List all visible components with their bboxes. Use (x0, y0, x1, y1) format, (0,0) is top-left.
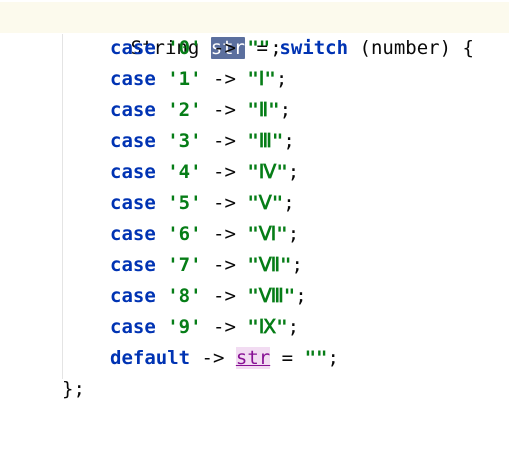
case-label: '7' (167, 254, 202, 276)
arrow-operator: -> (213, 316, 236, 338)
case-value: "Ⅴ" (247, 192, 284, 214)
case-value: "Ⅶ" (247, 254, 292, 276)
case-value: "Ⅷ" (247, 285, 296, 307)
default-value: "" (304, 347, 328, 369)
code-line-case[interactable]: case '3' -> "Ⅲ"; (0, 126, 509, 157)
code-line-case[interactable]: case '5' -> "Ⅴ"; (0, 188, 509, 219)
keyword-case: case (110, 130, 156, 152)
case-label: '3' (167, 130, 202, 152)
case-value: "Ⅸ" (247, 316, 288, 338)
arrow-operator: -> (213, 223, 236, 245)
code-line-case[interactable]: case '9' -> "Ⅸ"; (0, 312, 509, 343)
code-line-default[interactable]: default -> str = ""; (0, 343, 509, 374)
arrow-operator: -> (213, 192, 236, 214)
semicolon: ; (279, 99, 292, 121)
code-line-closing[interactable]: }; (0, 374, 509, 405)
case-label: '8' (167, 285, 202, 307)
case-label: '0' (167, 37, 202, 59)
case-label: '4' (167, 161, 202, 183)
case-label: '5' (167, 192, 202, 214)
semicolon: ; (283, 192, 295, 214)
semicolon: ; (327, 347, 339, 369)
semicolon: ; (287, 161, 300, 183)
arrow-operator: -> (213, 99, 236, 121)
keyword-case: case (110, 161, 156, 183)
code-editor[interactable]: String str = switch (number) { case '0' … (0, 0, 509, 415)
code-line-case[interactable]: case '8' -> "Ⅷ"; (0, 281, 509, 312)
code-line-case[interactable]: case '6' -> "Ⅵ"; (0, 219, 509, 250)
var-str-usage[interactable]: str (235, 347, 271, 369)
keyword-case: case (110, 223, 156, 245)
case-value: "Ⅵ" (247, 223, 288, 245)
arrow-operator: -> (213, 285, 236, 307)
keyword-default: default (110, 347, 191, 369)
case-value: "Ⅳ" (247, 161, 288, 183)
keyword-case: case (110, 254, 156, 276)
arrow-operator: -> (201, 347, 225, 369)
arrow-operator: -> (213, 68, 236, 90)
semicolon: ; (287, 316, 300, 338)
case-value: "Ⅲ" (247, 130, 284, 152)
arrow-operator: -> (213, 254, 236, 276)
keyword-case: case (110, 99, 156, 121)
case-value: "" (247, 37, 271, 59)
keyword-case: case (110, 37, 156, 59)
closing-brace: }; (62, 378, 85, 400)
code-line-case[interactable]: case '4' -> "Ⅳ"; (0, 157, 509, 188)
code-line-case[interactable]: case '7' -> "Ⅶ"; (0, 250, 509, 281)
case-label: '1' (167, 68, 202, 90)
keyword-case: case (110, 68, 156, 90)
semicolon: ; (270, 37, 282, 59)
case-value: "Ⅱ" (247, 99, 280, 121)
case-value: "Ⅰ" (247, 68, 276, 90)
keyword-case: case (110, 285, 156, 307)
case-label: '2' (167, 99, 202, 121)
keyword-case: case (110, 316, 156, 338)
keyword-case: case (110, 192, 156, 214)
code-line-case[interactable]: case '0' -> ""; (0, 33, 509, 64)
code-line-case[interactable]: case '2' -> "Ⅱ"; (0, 95, 509, 126)
arrow-operator: -> (213, 37, 236, 59)
case-label: '6' (167, 223, 202, 245)
semicolon: ; (287, 223, 300, 245)
semicolon: ; (291, 254, 303, 276)
code-line-switch-header[interactable]: String str = switch (number) { (0, 2, 509, 59)
semicolon: ; (283, 130, 295, 152)
arrow-operator: -> (213, 161, 236, 183)
code-line-case[interactable]: case '1' -> "Ⅰ"; (0, 64, 509, 95)
arrow-operator: -> (213, 130, 236, 152)
assign-operator: = (281, 347, 294, 369)
semicolon: ; (295, 285, 307, 307)
semicolon: ; (275, 68, 288, 90)
case-label: '9' (167, 316, 202, 338)
